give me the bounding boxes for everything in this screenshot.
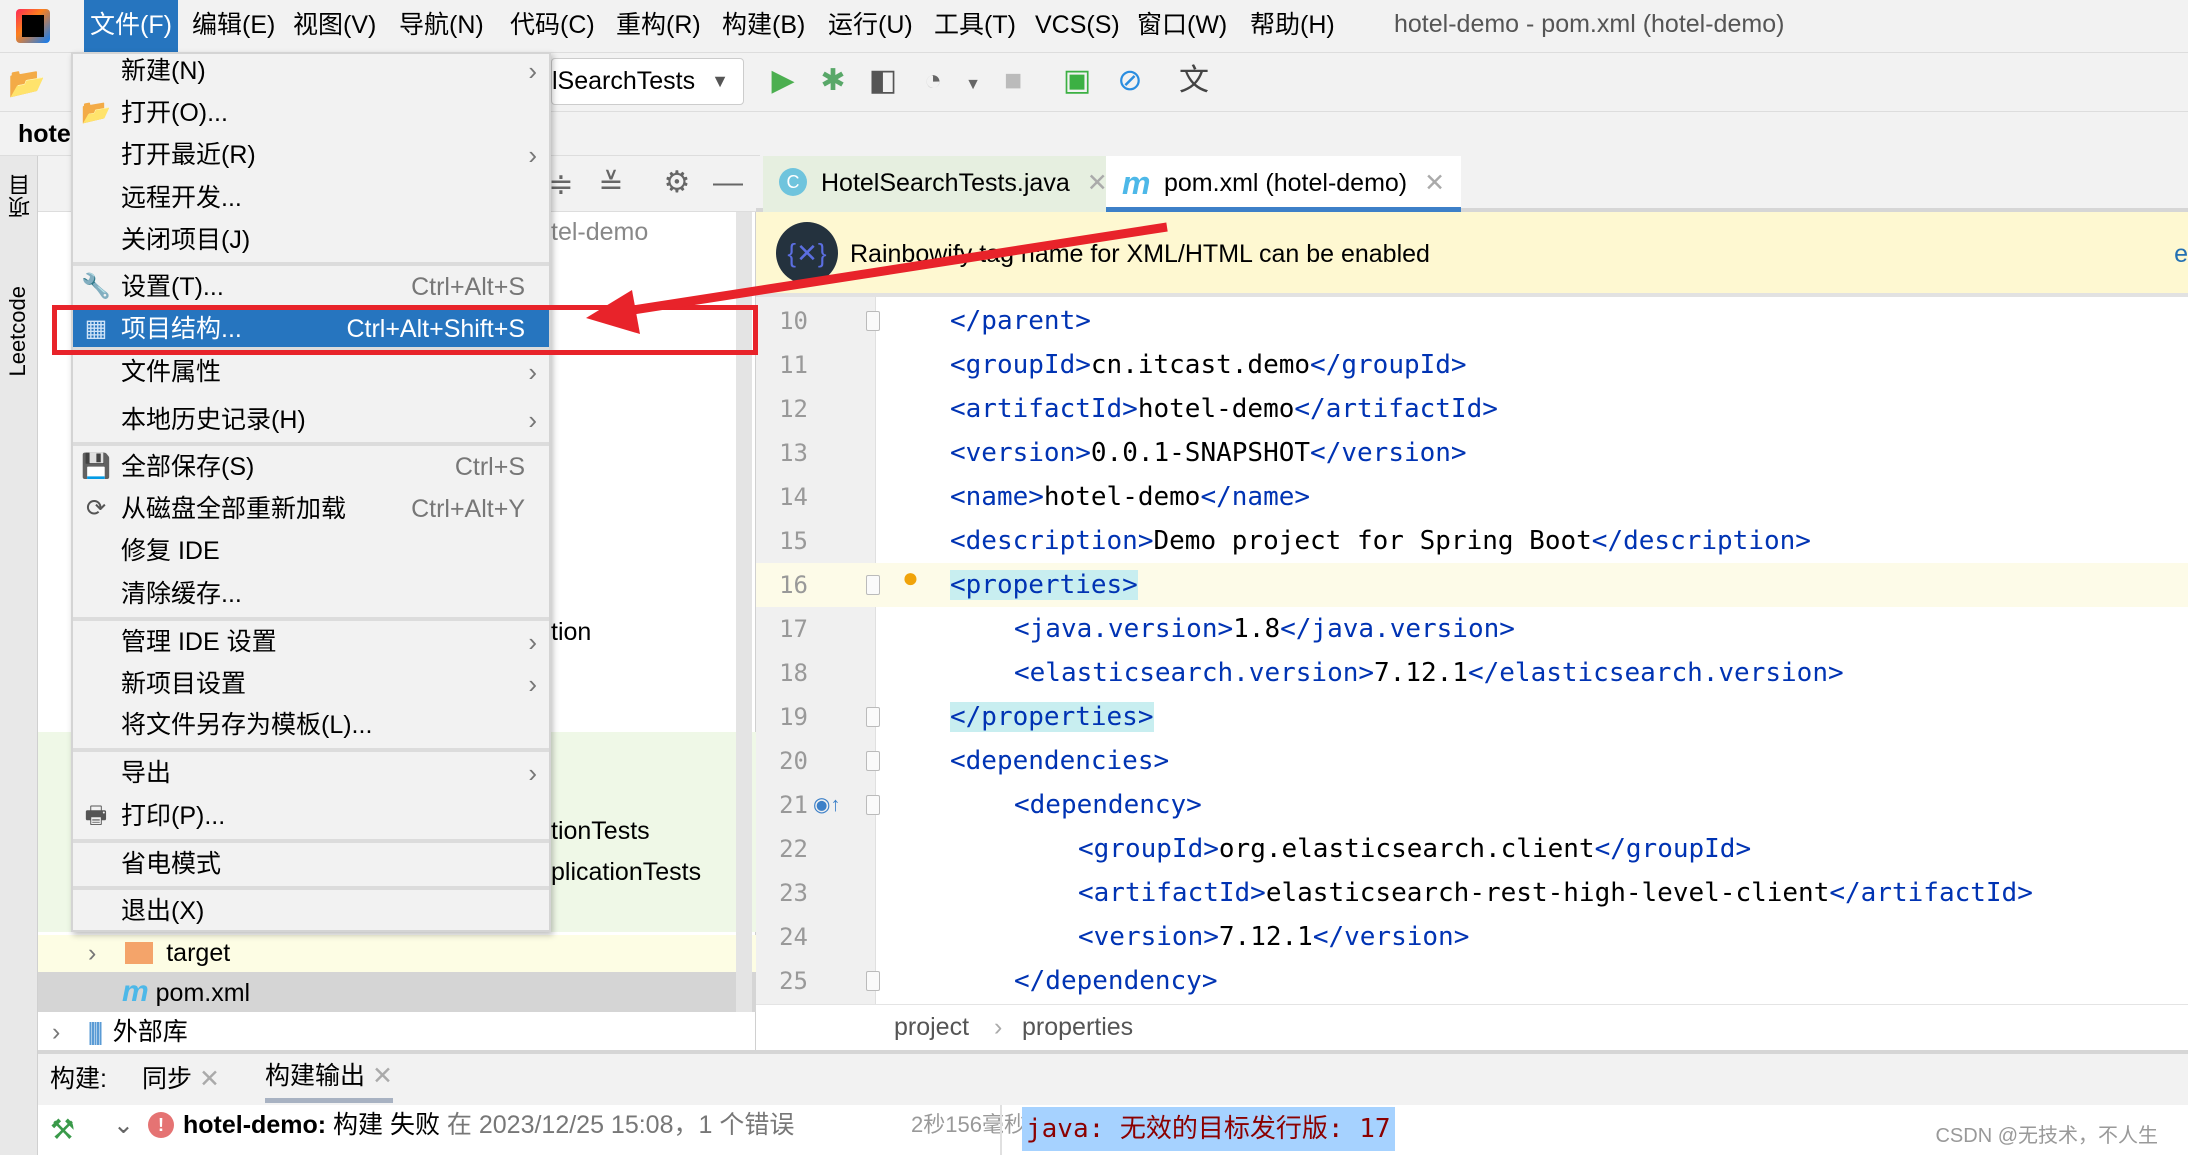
annotation-arrow: [586, 222, 1168, 334]
